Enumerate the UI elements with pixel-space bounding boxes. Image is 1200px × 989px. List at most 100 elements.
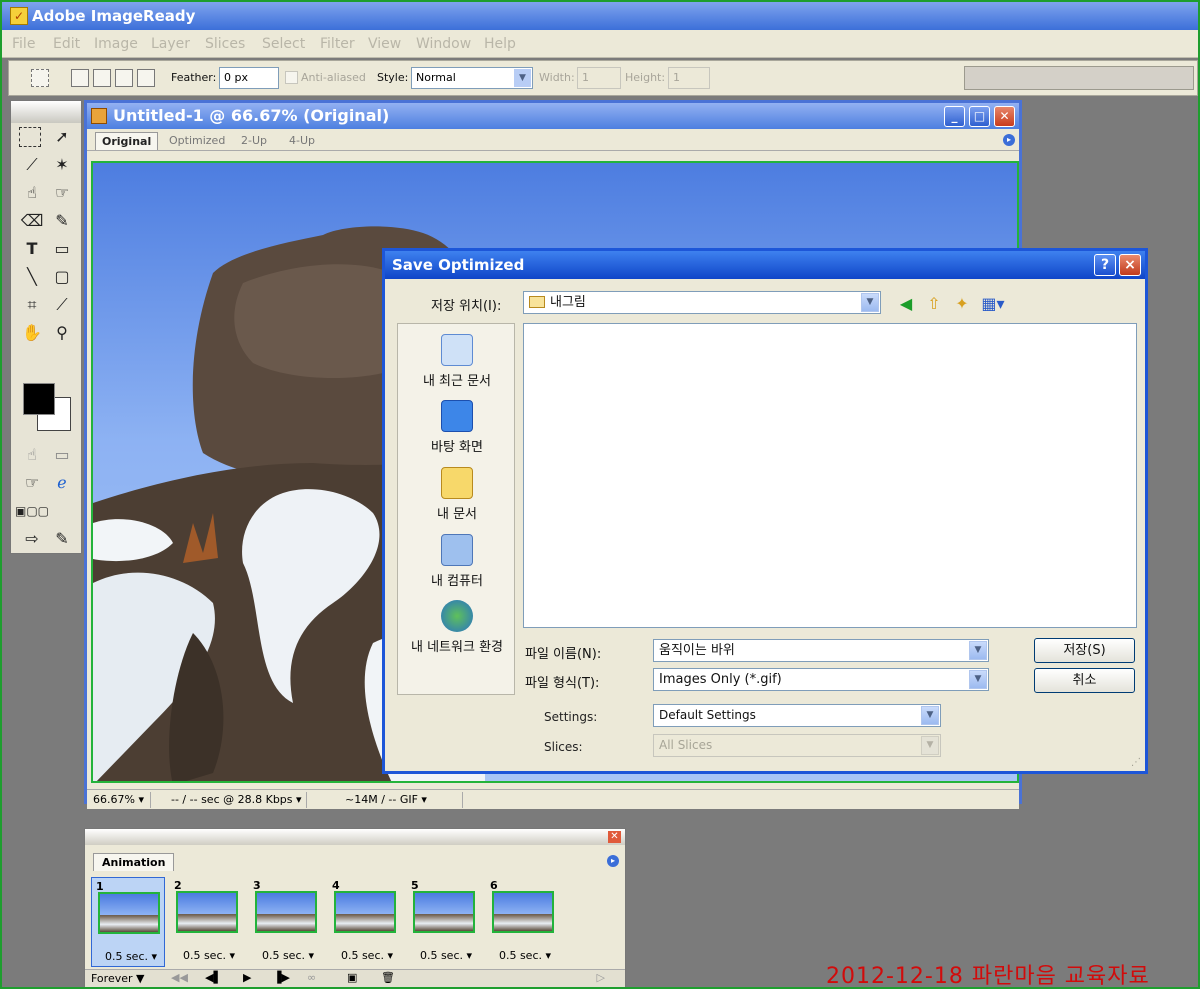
maximize-button[interactable]: □ (969, 106, 990, 127)
add-selection-icon[interactable] (93, 69, 111, 87)
help-button[interactable]: ? (1094, 254, 1116, 276)
lasso-tool-icon[interactable]: ⟋ (19, 153, 45, 177)
slice-select-icon[interactable]: ☞ (49, 181, 75, 205)
menu-image[interactable]: Image (94, 36, 138, 52)
new-selection-icon[interactable] (71, 69, 89, 87)
tween-icon[interactable]: ∞ (307, 971, 316, 984)
back-icon[interactable]: ◀ (895, 293, 917, 315)
rectangular-marquee-icon[interactable] (19, 127, 41, 147)
subtract-selection-icon[interactable] (115, 69, 133, 87)
menu-file[interactable]: File (12, 36, 35, 52)
frame-delay[interactable]: 0.5 sec. ▾ (100, 950, 162, 963)
place-network[interactable]: 내 네트워크 환경 (398, 600, 516, 655)
frame-delay[interactable]: 0.5 sec. ▾ (415, 949, 477, 962)
view-menu-icon[interactable]: ▦▾ (979, 293, 1007, 315)
style-select[interactable]: Normal ▼ (411, 67, 533, 89)
tab-animation[interactable]: Animation (93, 853, 175, 871)
menu-help[interactable]: Help (484, 36, 516, 52)
marquee-tool-icon[interactable] (31, 69, 49, 87)
rounded-rectangle-icon[interactable]: ▢ (49, 265, 75, 289)
place-my-computer[interactable]: 내 컴퓨터 (398, 534, 516, 589)
settings-select[interactable]: Default Settings ▼ (653, 704, 941, 727)
frame-delay[interactable]: 0.5 sec. ▾ (336, 949, 398, 962)
zoom-tool-icon[interactable]: ⚲ (49, 321, 75, 345)
screen-mode-icon[interactable]: ▣▢▢ (15, 499, 49, 523)
new-folder-icon[interactable]: ✦ (951, 293, 973, 315)
menu-view[interactable]: View (368, 36, 401, 52)
place-recent[interactable]: 내 최근 문서 (398, 334, 516, 389)
play-icon[interactable]: ▶ (243, 971, 251, 984)
brush-icon[interactable]: ✎ (49, 209, 75, 233)
type-tool-icon[interactable]: T (19, 237, 45, 261)
edit-in-icon[interactable]: ✎ (49, 527, 75, 551)
image-map-icon[interactable]: ☝ (19, 443, 45, 467)
zoom-level-select[interactable]: 66.67% ▾ (89, 792, 151, 808)
magic-wand-icon[interactable]: ✶ (49, 153, 75, 177)
menu-edit[interactable]: Edit (53, 36, 80, 52)
foreground-color-swatch[interactable] (23, 383, 55, 415)
hand-tool-icon[interactable]: ✋ (19, 321, 45, 345)
duplicate-frame-icon[interactable]: ▣ (347, 971, 357, 984)
eraser-icon[interactable]: ⌫ (19, 209, 45, 233)
animation-frame[interactable]: 2 0.5 sec. ▾ (170, 877, 244, 967)
menu-window[interactable]: Window (416, 36, 471, 52)
filetype-select[interactable]: Images Only (*.gif) ▼ (653, 668, 989, 691)
slices-value: All Slices (659, 738, 713, 752)
minimize-button[interactable]: _ (944, 106, 965, 127)
anti-aliased-checkbox[interactable] (285, 71, 298, 84)
rectangle-tool-icon[interactable]: ▭ (49, 237, 75, 261)
frame-delay[interactable]: 0.5 sec. ▾ (257, 949, 319, 962)
tab-original[interactable]: Original (95, 132, 159, 150)
preview-browser-icon[interactable]: ℯ (49, 471, 75, 495)
cancel-button[interactable]: 취소 (1034, 668, 1135, 693)
frame-delay[interactable]: 0.5 sec. ▾ (178, 949, 240, 962)
eyedropper-icon[interactable]: ⟋ (49, 293, 75, 317)
next-frame-icon[interactable]: ▐▶ (273, 971, 290, 984)
frame-delay[interactable]: 0.5 sec. ▾ (494, 949, 556, 962)
menu-select[interactable]: Select (262, 36, 305, 52)
download-time-select[interactable]: -- / -- sec @ 28.8 Kbps ▾ (167, 792, 307, 808)
palette-close-icon[interactable]: ✕ (608, 831, 621, 843)
scroll-right-icon[interactable]: ▷ (597, 971, 605, 984)
menu-slices[interactable]: Slices (205, 36, 245, 52)
tab-optimized[interactable]: Optimized (163, 132, 231, 150)
animation-frame[interactable]: 6 0.5 sec. ▾ (486, 877, 560, 967)
palette-menu-icon[interactable]: ▸ (1003, 134, 1015, 146)
save-in-select[interactable]: 내그림 ▼ (523, 291, 881, 314)
crop-slice-icon[interactable]: ☝ (19, 181, 45, 205)
loop-select[interactable]: Forever ▼ (91, 972, 144, 985)
rewind-icon[interactable]: ◀◀ (171, 971, 188, 984)
file-size-select[interactable]: ~14M / -- GIF ▾ (323, 792, 463, 808)
animation-frame[interactable]: 1 0.5 sec. ▾ (91, 877, 165, 967)
intersect-selection-icon[interactable] (137, 69, 155, 87)
jump-to-photoshop-icon[interactable]: ⇨ (19, 527, 45, 551)
close-button[interactable]: ✕ (994, 106, 1015, 127)
save-button[interactable]: 저장(S) (1034, 638, 1135, 663)
toggle-slices-icon[interactable]: ▭ (49, 443, 75, 467)
place-desktop[interactable]: 바탕 화면 (398, 400, 516, 455)
move-tool-icon[interactable]: ➚ (49, 125, 75, 149)
previous-frame-icon[interactable]: ◀▌ (205, 971, 222, 984)
tab-2-up[interactable]: 2-Up (235, 132, 273, 150)
feather-input[interactable]: 0 px (219, 67, 279, 89)
palette-menu-icon[interactable]: ▸ (607, 855, 619, 867)
rollover-preview-icon[interactable]: ☞ (19, 471, 45, 495)
dialog-close-button[interactable]: × (1119, 254, 1141, 276)
line-tool-icon[interactable]: ╲ (19, 265, 45, 289)
menu-filter[interactable]: Filter (320, 36, 355, 52)
crop-tool-icon[interactable]: ⌗ (19, 293, 45, 317)
menu-layer[interactable]: Layer (151, 36, 190, 52)
animation-frame[interactable]: 5 0.5 sec. ▾ (407, 877, 481, 967)
animation-frame[interactable]: 4 0.5 sec. ▾ (328, 877, 402, 967)
filename-input[interactable]: 움직이는 바위 ▼ (653, 639, 989, 662)
file-list[interactable] (523, 323, 1137, 628)
trash-icon[interactable]: 🗑 (381, 971, 395, 984)
animation-frame[interactable]: 3 0.5 sec. ▾ (249, 877, 323, 967)
width-input[interactable]: 1 (577, 67, 621, 89)
place-my-documents[interactable]: 내 문서 (398, 467, 516, 522)
resize-grip-icon[interactable]: ⋰ (1131, 757, 1143, 769)
up-folder-icon[interactable]: ⇧ (923, 293, 945, 315)
slices-select[interactable]: All Slices ▼ (653, 734, 941, 757)
tab-4-up[interactable]: 4-Up (283, 132, 321, 150)
height-input[interactable]: 1 (668, 67, 710, 89)
